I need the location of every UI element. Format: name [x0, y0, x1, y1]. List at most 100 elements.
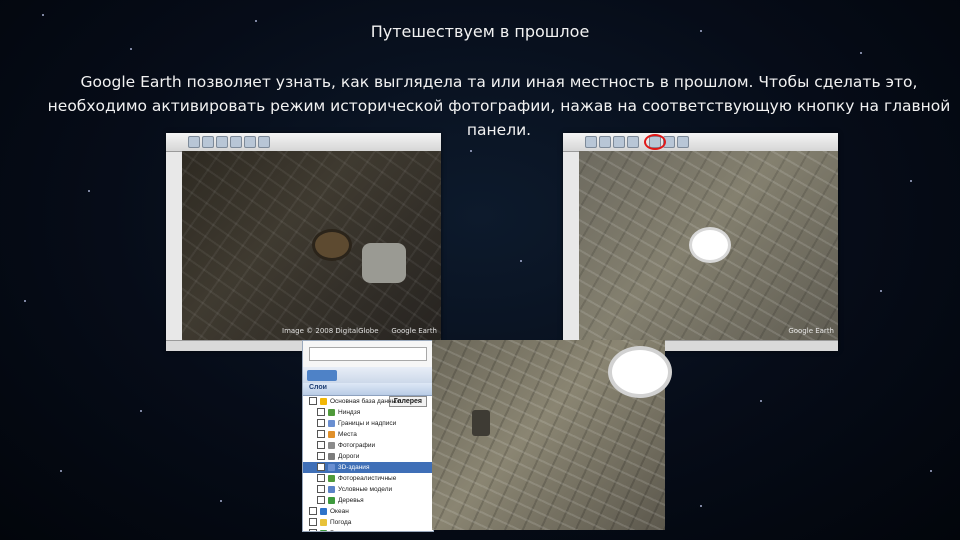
toolbar-button[interactable]	[613, 136, 625, 148]
layer-icon	[328, 408, 335, 416]
stadium	[608, 346, 672, 398]
layer-icon	[328, 485, 335, 493]
layer-icon	[320, 397, 327, 405]
layer-item[interactable]: 3D-здания	[303, 462, 433, 473]
toolbar-button[interactable]	[188, 136, 200, 148]
layer-checkbox[interactable]	[309, 507, 317, 516]
layer-checkbox[interactable]	[317, 419, 325, 428]
imagery-credit: Image © 2008 DigitalGlobe	[282, 327, 379, 335]
layer-icon	[320, 507, 327, 515]
map-view[interactable]: Google Earth	[579, 151, 838, 341]
layer-checkbox[interactable]	[317, 496, 325, 505]
sidebar-strip	[166, 133, 183, 351]
layer-icon	[328, 463, 335, 471]
star	[520, 260, 522, 262]
layers-bar: Слои	[303, 383, 433, 396]
toolbar-button[interactable]	[258, 136, 270, 148]
toolbar-button[interactable]	[599, 136, 611, 148]
highlight-circle	[644, 134, 666, 150]
star	[220, 500, 222, 502]
slide-body-text: Google Earth позволяет узнать, как выгля…	[47, 73, 951, 139]
toolbar-button[interactable]	[585, 136, 597, 148]
layer-icon	[320, 518, 327, 526]
star	[470, 150, 472, 152]
toolbar-button[interactable]	[216, 136, 228, 148]
star	[24, 300, 26, 302]
star	[130, 48, 132, 50]
toolbar-button[interactable]	[230, 136, 242, 148]
layer-label: Погода	[330, 519, 352, 526]
layer-checkbox[interactable]	[317, 474, 325, 483]
layer-checkbox[interactable]	[317, 441, 325, 450]
panel-header	[303, 341, 433, 368]
layer-label: Границы и надписи	[338, 420, 397, 427]
layer-label: Фотореалистичные	[338, 475, 397, 482]
search-field[interactable]	[309, 347, 427, 361]
layer-checkbox[interactable]	[317, 452, 325, 461]
building	[472, 410, 490, 436]
google-earth-watermark: Google Earth	[391, 327, 437, 335]
layer-label: Ниндзя	[338, 409, 361, 416]
toolbar	[166, 133, 441, 152]
star	[910, 180, 912, 182]
map-view[interactable]	[432, 340, 672, 530]
star	[60, 470, 62, 472]
layer-checkbox[interactable]	[317, 408, 325, 417]
star	[930, 470, 932, 472]
layers-panel: Галерея Слои Основная база данных Ниндзя Г…	[302, 340, 434, 532]
layer-checkbox[interactable]	[309, 518, 317, 527]
sidebar-strip	[563, 133, 580, 351]
layer-checkbox[interactable]	[317, 463, 325, 472]
layers-tab-label[interactable]: Слои	[309, 384, 327, 391]
layer-list: Основная база данных Ниндзя Границы и надп…	[303, 396, 433, 531]
toolbar-button[interactable]	[244, 136, 256, 148]
map-view[interactable]: Image © 2008 DigitalGlobe Google Earth	[182, 151, 441, 341]
tab-buttons[interactable]	[307, 370, 337, 381]
layer-item[interactable]: Океан	[303, 506, 433, 517]
layer-label: Основная база данных	[330, 398, 400, 405]
layer-item[interactable]: Границы и надписи	[303, 418, 433, 429]
layer-label: Места	[338, 431, 357, 438]
layer-label: Океан	[330, 508, 349, 515]
layer-item[interactable]: Фотореалистичные	[303, 473, 433, 484]
star	[140, 410, 142, 412]
star	[700, 505, 702, 507]
toolbar-button[interactable]	[202, 136, 214, 148]
toolbar-button[interactable]	[677, 136, 689, 148]
building-cluster	[362, 243, 406, 283]
star	[42, 14, 44, 16]
layer-item[interactable]: Фотографии	[303, 440, 433, 451]
star	[760, 400, 762, 402]
layer-item[interactable]: Погода	[303, 517, 433, 528]
star	[860, 52, 862, 54]
layer-checkbox[interactable]	[317, 485, 325, 494]
layer-checkbox[interactable]	[317, 430, 325, 439]
layer-item[interactable]: Основная база данных	[303, 396, 433, 407]
layer-item[interactable]: Места	[303, 429, 433, 440]
layer-icon	[320, 529, 327, 531]
layer-label: Галерея	[330, 530, 355, 531]
toolbar-button[interactable]	[627, 136, 639, 148]
layer-icon	[328, 474, 335, 482]
slide-title: Путешествуем в прошлое	[370, 22, 590, 41]
layer-icon	[328, 419, 335, 427]
star	[88, 190, 90, 192]
layer-icon	[328, 441, 335, 449]
layer-icon	[328, 452, 335, 460]
screenshot-current-imagery: Google Earth	[563, 133, 838, 351]
stadium	[689, 227, 731, 263]
screenshot-zoomed-imagery	[432, 340, 672, 530]
layer-item[interactable]: Ниндзя	[303, 407, 433, 418]
stadium	[312, 229, 352, 261]
layer-checkbox[interactable]	[309, 529, 317, 531]
toolbar	[563, 133, 838, 152]
layer-label: Фотографии	[338, 442, 376, 449]
star	[880, 290, 882, 292]
layer-item[interactable]: Деревья	[303, 495, 433, 506]
layer-item[interactable]: Условные модели	[303, 484, 433, 495]
layer-label: Деревья	[338, 497, 364, 504]
layer-item[interactable]: Дороги	[303, 451, 433, 462]
layer-checkbox[interactable]	[309, 397, 317, 406]
layer-label: Условные модели	[338, 486, 393, 493]
layer-item[interactable]: Галерея	[303, 528, 433, 531]
